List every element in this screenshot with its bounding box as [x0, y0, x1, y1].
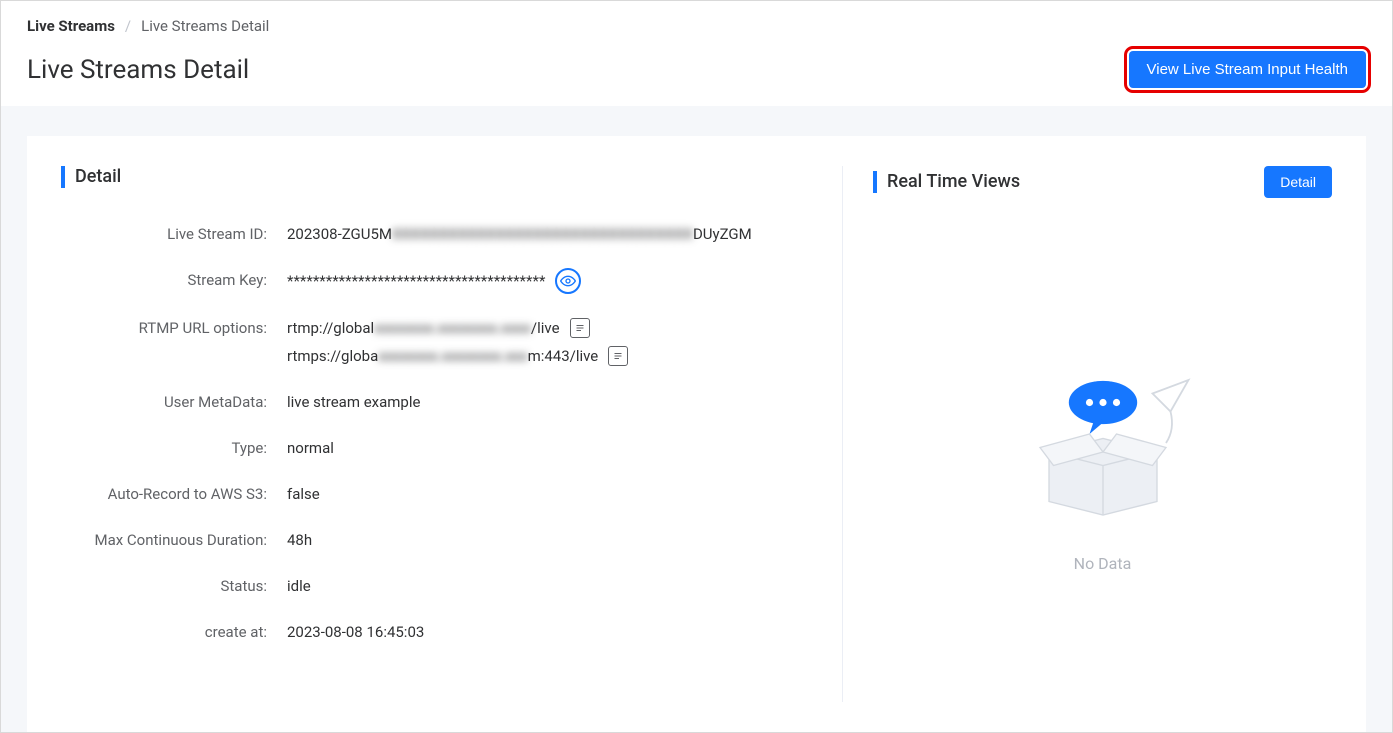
row-stream-key: Stream Key: ****************************… — [61, 268, 822, 294]
row-live-stream-id: Live Stream ID: 202308-ZGU5MXXXXXXXXXXXX… — [61, 222, 822, 246]
value-auto-record: false — [287, 482, 320, 506]
copy-rtmp-1-icon[interactable] — [570, 318, 590, 338]
realtime-section-title: Real Time Views — [873, 171, 1020, 193]
copy-rtmp-2-icon[interactable] — [608, 346, 628, 366]
breadcrumb-root[interactable]: Live Streams — [27, 17, 115, 35]
rtmp-line1-prefix: rtmp://global — [287, 319, 374, 337]
title-row: Live Streams Detail View Live Stream Inp… — [27, 51, 1366, 88]
rtmp-line2-blurred: xxxxxxxx.xxxxxxxx.xxx — [378, 347, 527, 365]
breadcrumb-current: Live Streams Detail — [141, 17, 269, 35]
page-container: Live Streams / Live Streams Detail Live … — [0, 0, 1393, 733]
value-live-stream-id: 202308-ZGU5MXXXXXXXXXXXXXXXXXXXXXXXXXXXX… — [287, 222, 752, 246]
label-rtmp-url: RTMP URL options: — [61, 316, 287, 340]
view-input-health-button[interactable]: View Live Stream Input Health — [1129, 51, 1367, 88]
empty-state-text: No Data — [1074, 554, 1132, 573]
value-type: normal — [287, 436, 334, 460]
label-user-metadata: User MetaData: — [61, 390, 287, 414]
rtmp-line1-suffix: /live — [531, 319, 560, 337]
detail-panel: Detail Live Stream ID: 202308-ZGU5MXXXXX… — [61, 166, 842, 702]
realtime-panel: Real Time Views Detail — [842, 166, 1332, 702]
row-auto-record: Auto-Record to AWS S3: false — [61, 482, 822, 506]
row-max-duration: Max Continuous Duration: 48h — [61, 528, 822, 552]
label-stream-key: Stream Key: — [61, 268, 287, 292]
value-create-at: 2023-08-08 16:45:03 — [287, 620, 424, 644]
detail-section-header: Detail — [61, 166, 822, 188]
label-live-stream-id: Live Stream ID: — [61, 222, 287, 246]
value-status: idle — [287, 574, 311, 598]
page-header: Live Streams / Live Streams Detail Live … — [1, 1, 1392, 106]
label-status: Status: — [61, 574, 287, 598]
value-user-metadata: live stream example — [287, 390, 420, 414]
breadcrumb: Live Streams / Live Streams Detail — [27, 17, 1366, 35]
rtmp-line2-prefix: rtmps://globa — [287, 347, 378, 365]
value-rtmp-url: rtmp://globalxxxxxxxx.xxxxxxxx.xxxx/live… — [287, 316, 628, 368]
row-type: Type: normal — [61, 436, 822, 460]
stream-id-suffix: DUyZGM — [693, 222, 752, 246]
label-max-duration: Max Continuous Duration: — [61, 528, 287, 552]
label-auto-record: Auto-Record to AWS S3: — [61, 482, 287, 506]
breadcrumb-separator: / — [125, 17, 131, 35]
stream-id-blurred: XXXXXXXXXXXXXXXXXXXXXXXXXXXXXXXX — [392, 222, 693, 246]
rtmp-line1-blurred: xxxxxxxx.xxxxxxxx.xxxx — [374, 319, 531, 337]
detail-table: Live Stream ID: 202308-ZGU5MXXXXXXXXXXXX… — [61, 222, 822, 644]
row-status: Status: idle — [61, 574, 822, 598]
row-user-metadata: User MetaData: live stream example — [61, 390, 822, 414]
rtmp-line2-suffix: m:443/live — [528, 347, 599, 365]
label-type: Type: — [61, 436, 287, 460]
empty-box-icon — [1013, 362, 1193, 542]
realtime-section-header: Real Time Views Detail — [873, 166, 1332, 198]
empty-state: No Data — [873, 232, 1332, 702]
label-create-at: create at: — [61, 620, 287, 644]
stream-key-masked: **************************************** — [287, 269, 545, 293]
value-max-duration: 48h — [287, 528, 312, 552]
realtime-detail-button[interactable]: Detail — [1264, 166, 1332, 198]
content-area: Detail Live Stream ID: 202308-ZGU5MXXXXX… — [1, 106, 1392, 732]
page-title: Live Streams Detail — [27, 55, 249, 85]
stream-id-prefix: 202308-ZGU5M — [287, 222, 392, 246]
reveal-stream-key-icon[interactable] — [555, 268, 581, 294]
row-rtmp-url: RTMP URL options: rtmp://globalxxxxxxxx.… — [61, 316, 822, 368]
detail-section-title: Detail — [61, 166, 121, 188]
main-card: Detail Live Stream ID: 202308-ZGU5MXXXXX… — [27, 136, 1366, 732]
row-create-at: create at: 2023-08-08 16:45:03 — [61, 620, 822, 644]
value-stream-key: **************************************** — [287, 268, 581, 294]
